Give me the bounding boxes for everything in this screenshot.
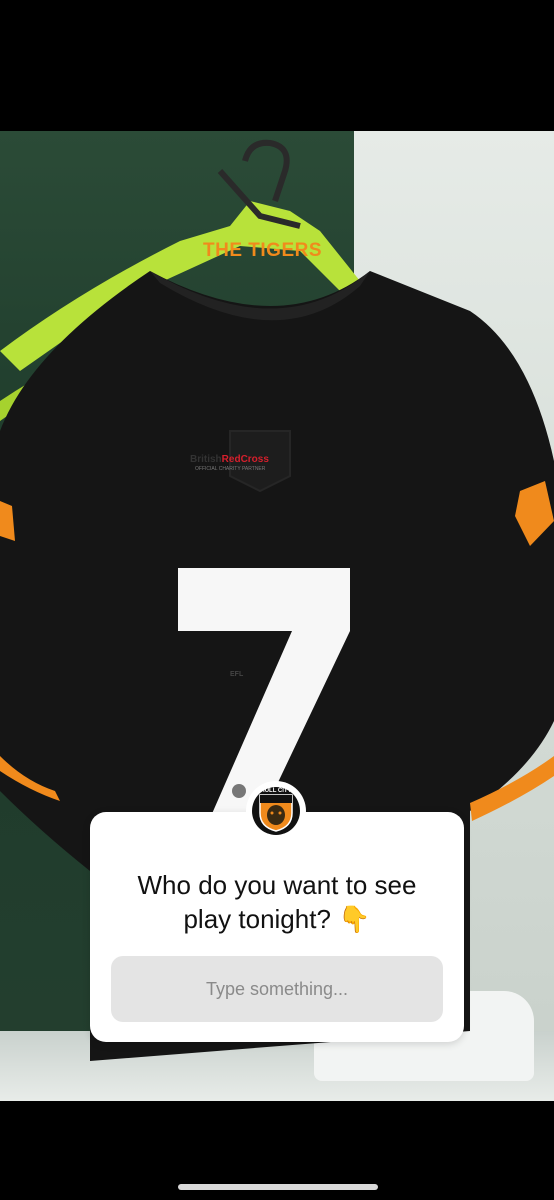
answer-input[interactable]: Type something... <box>111 956 443 1022</box>
pointing-down-icon: 👇 <box>338 904 371 934</box>
question-sticker[interactable]: Who do you want to see play tonight? 👇 T… <box>90 812 464 1042</box>
sponsor-logo: BritishRedCross <box>190 454 269 465</box>
home-indicator[interactable] <box>178 1184 378 1190</box>
question-line-2: play tonight? 👇 <box>90 902 464 936</box>
question-line-1: Who do you want to see <box>137 870 417 900</box>
question-line-2-text: play tonight? <box>183 904 331 934</box>
sponsor-line1: British <box>190 454 222 465</box>
sponsor-tagline: OFFICIAL CHARITY PARTNER <box>195 466 266 472</box>
question-text: Who do you want to see play tonight? 👇 <box>90 868 464 936</box>
collar-text: THE TIGERS <box>203 240 323 261</box>
club-crest-icon <box>252 787 300 835</box>
sponsor-line1-red: RedCross <box>221 454 269 465</box>
avatar-text: HULL CITY <box>260 788 292 794</box>
efl-badge: EFL <box>230 671 244 678</box>
